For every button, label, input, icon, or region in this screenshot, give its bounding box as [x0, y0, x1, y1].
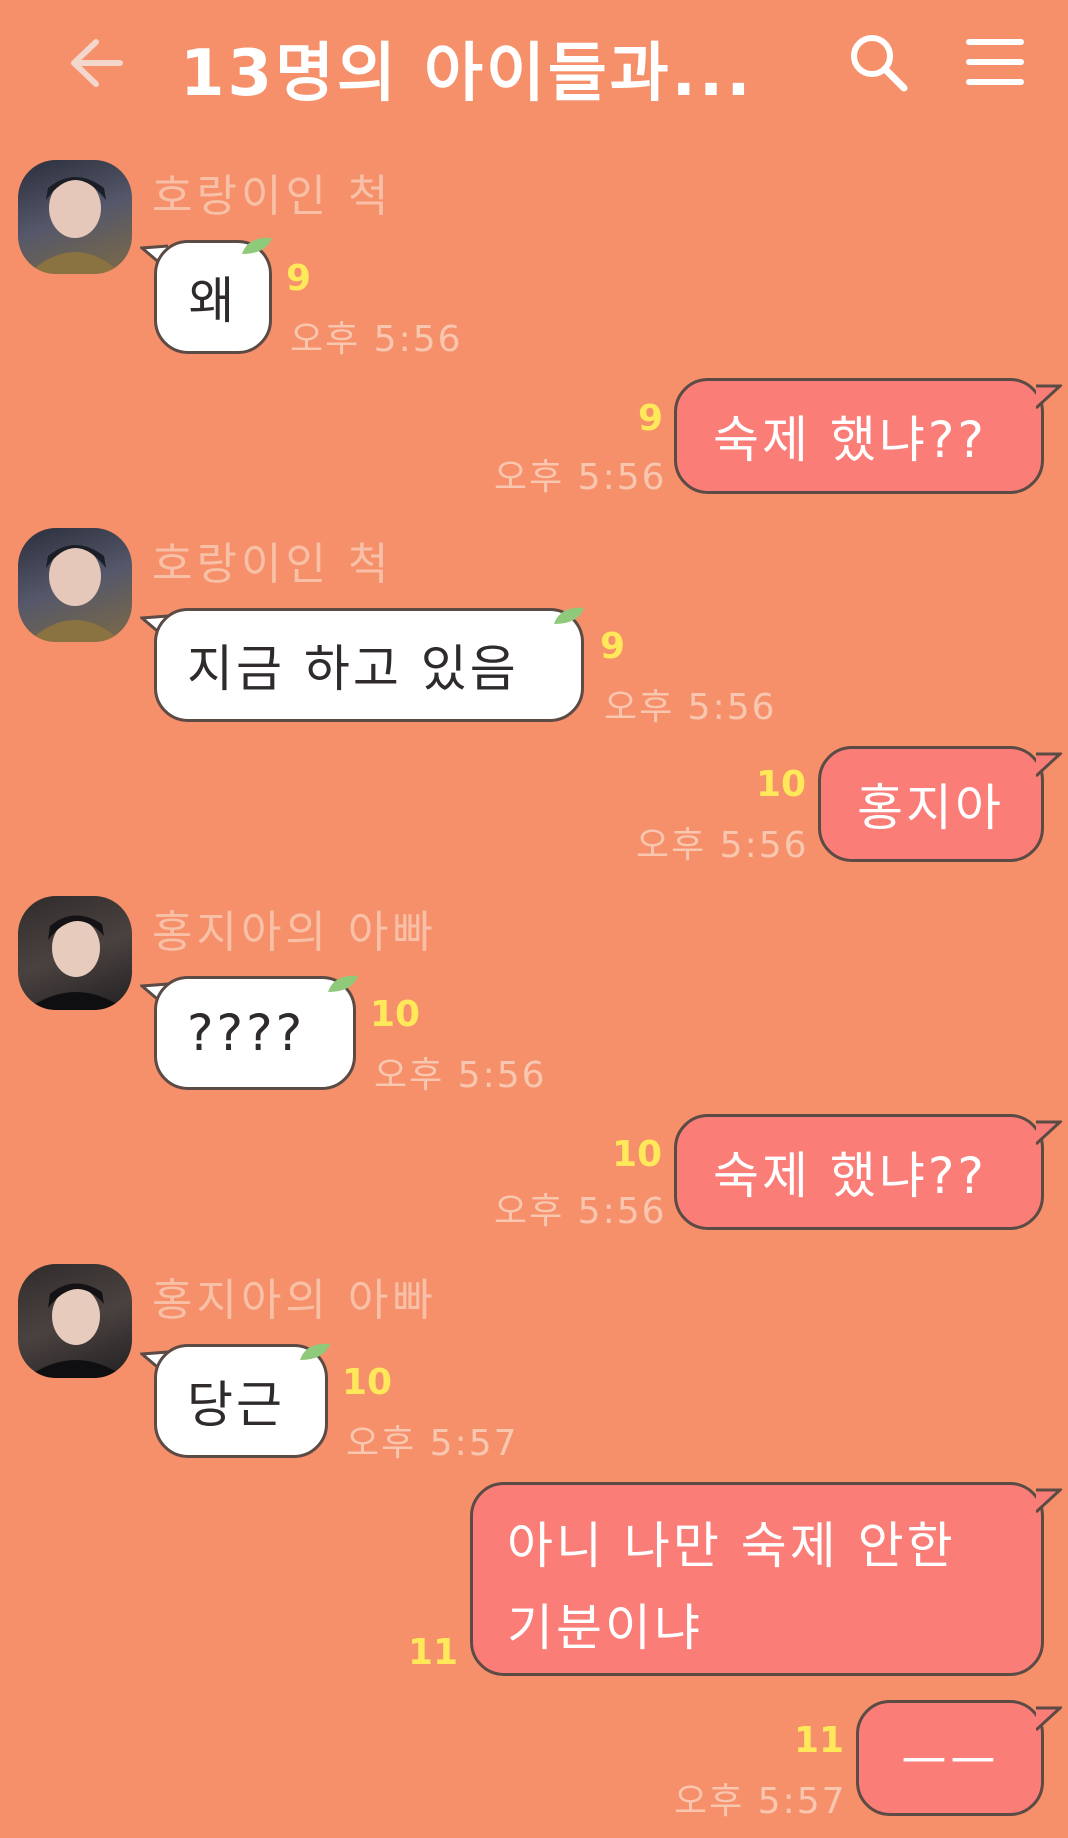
menu-icon[interactable]: [966, 36, 1024, 88]
leaf-decoration-icon: [328, 975, 358, 992]
sender-name: 호랑이인 척: [152, 539, 393, 590]
message-time: 오후 5:56: [636, 825, 809, 866]
bubble-tail: [1036, 1120, 1062, 1146]
message-bubble[interactable]: 아니 나만 숙제 안한 기분이냐: [470, 1482, 1044, 1676]
message-time: 오후 5:57: [346, 1423, 519, 1464]
message-time: 오후 5:56: [374, 1055, 547, 1096]
sender-name: 홍지아의 아빠: [152, 1275, 437, 1326]
sender-name: 호랑이인 척: [152, 171, 393, 222]
message-time: 오후 5:56: [494, 457, 667, 498]
bubble-tail: [1036, 384, 1062, 410]
avatar[interactable]: [18, 528, 132, 642]
bubble-tail: [1036, 1706, 1062, 1732]
message-bubble[interactable]: 지금 하고 있음: [154, 608, 584, 722]
profile-photo: [28, 177, 122, 274]
unread-count: 11: [794, 1720, 845, 1761]
avatar[interactable]: [18, 160, 132, 274]
message-bubble[interactable]: 홍지아: [818, 746, 1044, 862]
unread-count: 10: [612, 1134, 663, 1175]
avatar[interactable]: [18, 1264, 132, 1378]
unread-count: 9: [600, 626, 626, 667]
unread-count: 9: [286, 258, 312, 299]
message-bubble[interactable]: 왜: [154, 240, 272, 354]
message-time: 오후 5:57: [674, 1781, 847, 1822]
unread-count: 11: [408, 1632, 459, 1673]
message-bubble[interactable]: ㅡㅡ: [856, 1700, 1044, 1816]
search-icon[interactable]: [846, 30, 910, 94]
message-bubble[interactable]: 숙제 했냐??: [674, 1114, 1044, 1230]
unread-count: 9: [638, 398, 664, 439]
message-line: 기분이냐: [507, 1599, 703, 1657]
profile-photo: [26, 915, 126, 1010]
leaf-decoration-icon: [242, 237, 272, 254]
chat-room-title: 13명의 아이들과...: [180, 37, 754, 111]
leaf-decoration-icon: [554, 607, 584, 624]
profile-photo: [26, 1283, 126, 1378]
back-arrow-icon[interactable]: [56, 28, 126, 98]
bubble-tail: [1036, 1488, 1062, 1514]
leaf-decoration-icon: [300, 1343, 330, 1360]
unread-count: 10: [370, 994, 421, 1035]
message-time: 오후 5:56: [604, 687, 777, 728]
chat-header: 13명의 아이들과...: [0, 0, 1068, 128]
unread-count: 10: [342, 1362, 393, 1403]
avatar[interactable]: [18, 896, 132, 1010]
sender-name: 홍지아의 아빠: [152, 907, 437, 958]
message-time: 오후 5:56: [290, 319, 463, 360]
bubble-tail: [1036, 752, 1062, 778]
message-line: 아니 나만 숙제 안한: [507, 1517, 956, 1575]
unread-count: 10: [756, 764, 807, 805]
message-time: 오후 5:56: [494, 1191, 667, 1232]
message-bubble[interactable]: 숙제 했냐??: [674, 378, 1044, 494]
profile-photo: [28, 545, 122, 642]
